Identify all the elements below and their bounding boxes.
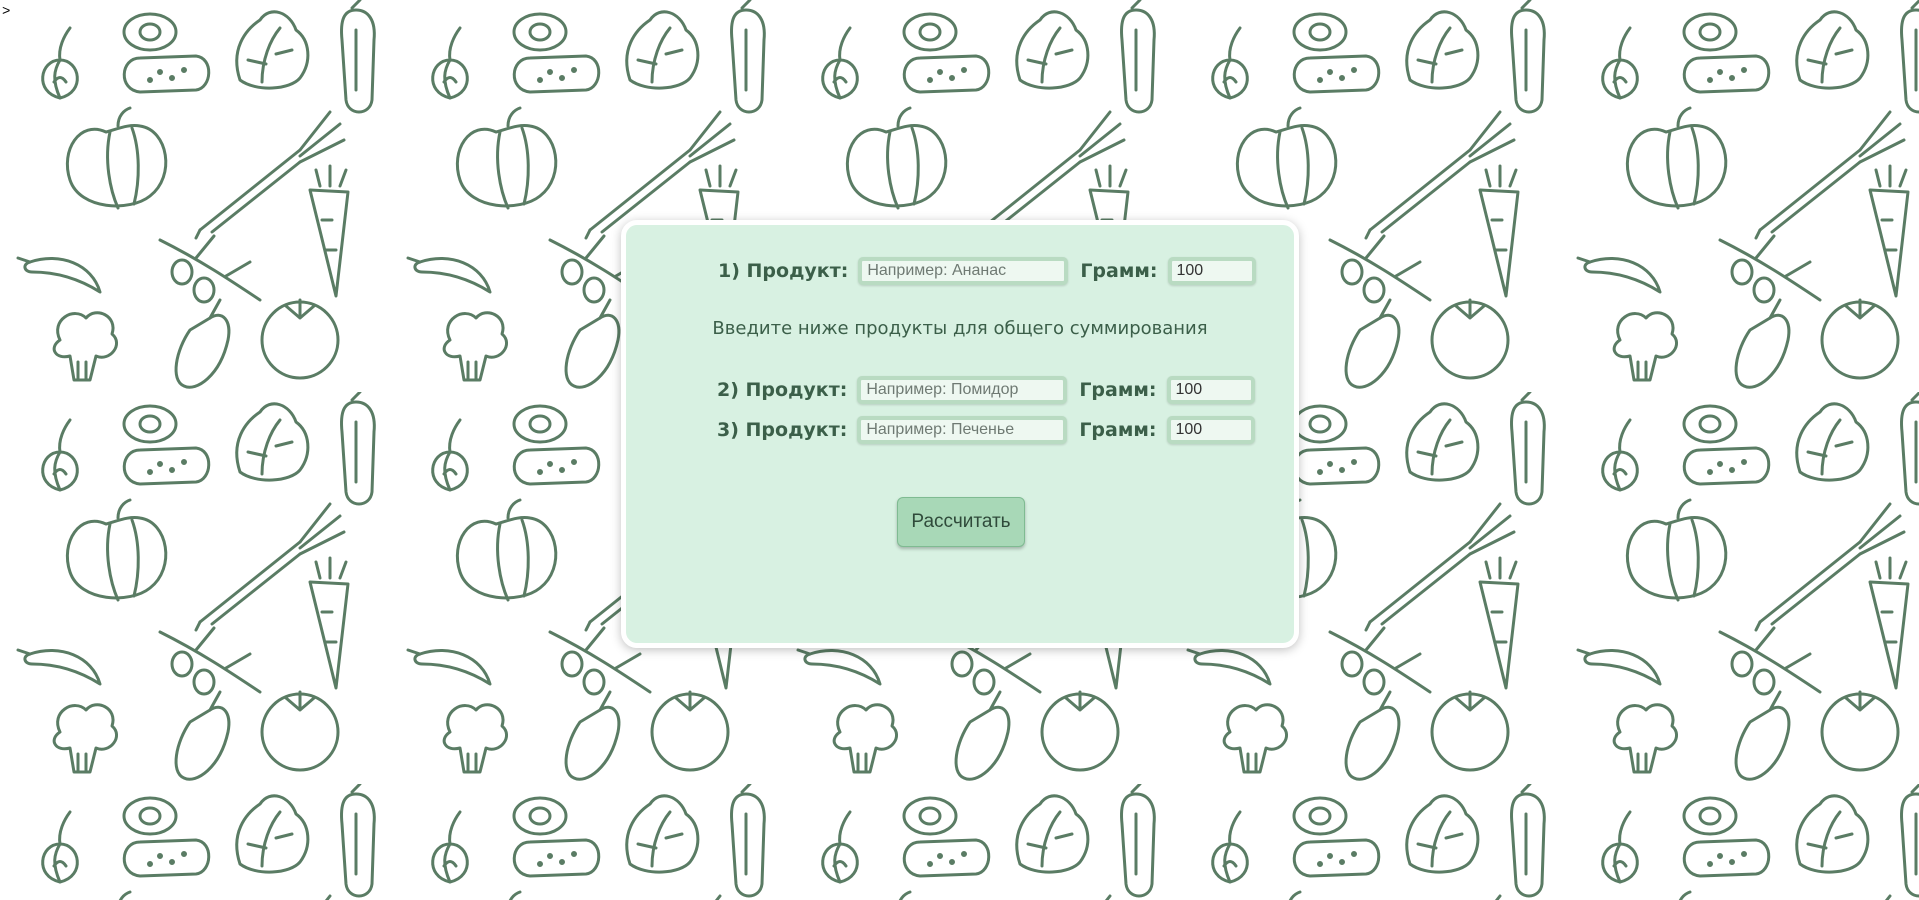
gram-label: Грамм:	[1079, 379, 1157, 401]
gram-input-1[interactable]	[1167, 257, 1256, 285]
product-input-2[interactable]	[857, 376, 1068, 404]
product-label: 3) Продукт:	[717, 419, 848, 441]
corner-glyph: >	[2, 4, 11, 20]
product-label: 2) Продукт:	[717, 379, 848, 401]
product-row-1: 1) Продукт: Грамм:	[718, 254, 1256, 288]
product-input-1[interactable]	[858, 257, 1069, 285]
calculator-form: 1) Продукт: Грамм: Введите ниже продукты…	[621, 220, 1299, 648]
product-label: 1) Продукт:	[718, 260, 849, 282]
gram-label: Грамм:	[1080, 260, 1158, 282]
product-input-3[interactable]	[857, 416, 1068, 444]
product-row-3: 3) Продукт: Грамм:	[717, 413, 1255, 447]
gram-input-3[interactable]	[1166, 416, 1255, 444]
product-row-2: 2) Продукт: Грамм:	[717, 373, 1255, 407]
gram-input-2[interactable]	[1166, 376, 1255, 404]
hint-text: Введите ниже продукты для общего суммиро…	[712, 318, 1208, 339]
calculate-button[interactable]: Рассчитать	[897, 497, 1025, 547]
gram-label: Грамм:	[1079, 419, 1157, 441]
